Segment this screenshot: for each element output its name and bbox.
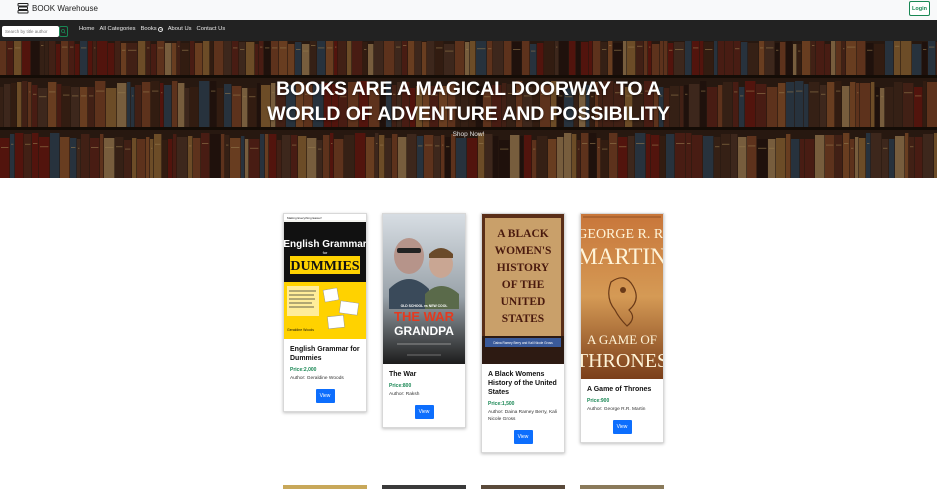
hero-title-line-2: WORLD OF ADVENTURE AND POSSIBILITY <box>267 103 670 125</box>
book-title: The War <box>389 371 417 378</box>
search-icon <box>61 29 66 34</box>
card-body: A Game of Thrones Price:900 Author: Geor… <box>581 379 663 442</box>
hero-title: BOOKS ARE A MAGICAL DOORWAY TO A WORLD O… <box>0 77 937 127</box>
cover-line: WOMEN'S <box>495 245 552 257</box>
nav-about-us[interactable]: About Us <box>168 26 192 32</box>
next-row-card <box>481 485 565 489</box>
book-author: Author: Daina Ramey Berry, Kali Nicole G… <box>488 410 557 422</box>
nav-links: Home All Categories Books About Us Conta… <box>79 26 225 32</box>
svg-text:for: for <box>323 250 328 255</box>
brand[interactable]: BOOK Warehouse <box>17 2 98 14</box>
book-title: A Black Womens History of the United Sta… <box>488 371 557 396</box>
book-title: A Game of Thrones <box>587 386 652 393</box>
book-cover: Making Everything Easier! English Gramma… <box>284 214 366 339</box>
navbar: Home All Categories Books About Us Conta… <box>0 20 937 41</box>
nav-contact-us[interactable]: Contact Us <box>197 26 226 32</box>
view-button[interactable]: View <box>315 389 335 403</box>
view-button[interactable]: View <box>612 420 632 434</box>
cover-author: GEORGE R. R. <box>581 227 663 242</box>
nav-books-dropdown[interactable]: Books <box>141 26 163 32</box>
nav-all-categories[interactable]: All Categories <box>99 26 135 32</box>
book-price: Price:2,000 <box>290 367 317 373</box>
books-stack-icon <box>17 3 29 14</box>
cover-author: Geraldine Woods <box>287 328 314 332</box>
search-button[interactable] <box>59 26 68 37</box>
cover-line: A BLACK <box>497 228 548 240</box>
book-cover: OLD SCHOOL vs NEW COOL THE WAR GRANDPA <box>383 214 465 364</box>
book-author: Author: Geraldine Woods <box>290 376 344 381</box>
book-cover: GEORGE R. R. MARTIN A GAME OF THRONES <box>581 214 663 379</box>
cover-title: English Grammar <box>284 239 366 250</box>
book-price: Price:1,500 <box>488 401 515 407</box>
book-card: GEORGE R. R. MARTIN A GAME OF THRONES A … <box>580 213 664 443</box>
cover-tagline: Making Everything Easier! <box>287 216 322 220</box>
book-price: Price:800 <box>389 383 412 389</box>
next-row-card <box>580 485 664 489</box>
book-card: OLD SCHOOL vs NEW COOL THE WAR GRANDPA T… <box>382 213 466 428</box>
cover-title-line: A GAME OF <box>587 332 657 347</box>
chevron-down-icon <box>157 26 163 32</box>
card-body: A Black Womens History of the United Sta… <box>482 364 564 452</box>
view-button[interactable]: View <box>513 430 533 444</box>
cover-line: UNITED <box>501 296 546 308</box>
book-title: English Grammar for Dummies <box>290 346 360 362</box>
cover-author-surname: MARTIN <box>581 244 663 269</box>
brand-name: BOOK Warehouse <box>32 3 98 13</box>
cover-tagline: OLD SCHOOL vs NEW COOL <box>401 304 448 308</box>
book-author: Author: Raksh <box>389 392 420 397</box>
nav-books-label: Books <box>140 26 157 32</box>
top-bar: BOOK Warehouse Login <box>0 0 937 20</box>
card-body: English Grammar for Dummies Price:2,000 … <box>284 339 366 411</box>
hero-title-line-1: BOOKS ARE A MAGICAL DOORWAY TO A <box>275 78 662 100</box>
book-author: Author: George R.R. Martin <box>587 407 646 412</box>
cover-line: STATES <box>502 313 544 325</box>
shop-now-link[interactable]: Shop Now! <box>0 131 937 138</box>
next-row-card <box>283 485 367 489</box>
login-button[interactable]: Login <box>909 1 930 16</box>
cover-subtitle: GRANDPA <box>394 324 454 338</box>
cover-title-line: THRONES <box>581 350 663 372</box>
search-input[interactable] <box>2 26 59 37</box>
book-price: Price:900 <box>587 398 610 404</box>
cover-title: THE WAR <box>394 309 455 324</box>
nav-home[interactable]: Home <box>79 26 94 32</box>
hero-banner: BOOKS ARE A MAGICAL DOORWAY TO A WORLD O… <box>0 41 937 178</box>
cover-line: OF THE <box>502 279 545 291</box>
view-button[interactable]: View <box>414 405 434 419</box>
book-cover: A BLACK WOMEN'S HISTORY OF THE UNITED ST… <box>482 214 564 364</box>
book-card: Making Everything Easier! English Gramma… <box>283 213 367 412</box>
cover-line: HISTORY <box>497 262 550 274</box>
card-body: The War Price:800 Author: Raksh View <box>383 364 465 427</box>
book-card: A BLACK WOMEN'S HISTORY OF THE UNITED ST… <box>481 213 565 453</box>
cover-author: Daina Ramey Berry and Kali Nicole Gross <box>493 341 553 345</box>
next-row-card <box>382 485 466 489</box>
cover-dummies: DUMMIES <box>290 259 359 274</box>
